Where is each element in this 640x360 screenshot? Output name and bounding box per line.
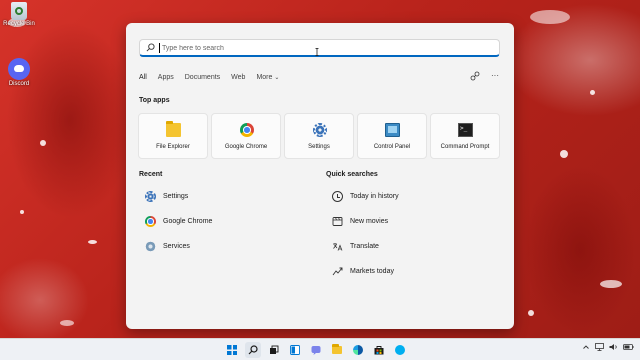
gear-icon xyxy=(313,123,327,137)
list-item-label: Translate xyxy=(350,243,379,250)
ellipsis-icon[interactable]: ··· xyxy=(490,71,500,81)
task-view-button[interactable] xyxy=(266,342,282,358)
quick-searches-heading: Quick searches xyxy=(326,171,378,178)
recycle-bin-icon xyxy=(11,2,27,20)
discord-icon xyxy=(8,58,30,80)
chevron-up-icon[interactable] xyxy=(582,343,590,351)
film-icon xyxy=(332,217,343,226)
list-item-label: Markets today xyxy=(350,268,394,275)
tab-apps[interactable]: Apps xyxy=(158,72,174,84)
top-apps-heading: Top apps xyxy=(139,97,170,104)
tab-more[interactable]: More ⌄ xyxy=(256,72,279,84)
store-icon xyxy=(374,346,384,355)
command-prompt-icon xyxy=(458,123,473,137)
paint-splatter xyxy=(600,280,622,288)
store-button[interactable] xyxy=(371,342,387,358)
services-icon xyxy=(145,241,156,252)
chat-icon xyxy=(311,346,321,355)
chrome-icon xyxy=(240,123,254,137)
app-tile-label: Control Panel xyxy=(373,144,411,150)
app-tile-label: Google Chrome xyxy=(224,144,268,150)
folder-icon xyxy=(166,121,181,137)
list-item-label: Google Chrome xyxy=(163,218,213,225)
app-tile-command-prompt[interactable]: Command Prompt xyxy=(430,113,500,159)
control-panel-icon xyxy=(385,123,400,137)
recent-item-google-chrome[interactable]: Google Chrome xyxy=(145,209,212,234)
widgets-icon xyxy=(290,345,300,355)
search-flyout: All Apps Documents Web More⌄ ··· Top app… xyxy=(126,23,514,329)
paint-splatter xyxy=(40,140,46,146)
paint-splatter xyxy=(20,210,24,214)
clock-icon xyxy=(332,191,343,202)
app-tile-label: Settings xyxy=(308,144,330,150)
tab-all[interactable]: All xyxy=(139,72,147,84)
search-box[interactable] xyxy=(139,39,500,57)
paint-splatter xyxy=(590,90,595,95)
quick-searches-list: Today in history New movies Translate Ma… xyxy=(332,184,399,284)
ibeam-cursor-icon xyxy=(315,48,319,56)
task-view-icon xyxy=(270,345,279,354)
paint-splatter xyxy=(88,240,97,244)
chart-icon xyxy=(332,267,343,276)
app-tile-google-chrome[interactable]: Google Chrome xyxy=(211,113,281,159)
paint-splatter xyxy=(60,320,74,326)
edge-button[interactable] xyxy=(350,342,366,358)
text-caret xyxy=(159,43,160,53)
search-icon xyxy=(146,43,155,52)
recent-item-services[interactable]: Services xyxy=(145,234,212,259)
recycle-bin-label: Recycle Bin xyxy=(3,21,35,27)
top-apps-grid: File Explorer Google Chrome Settings Con… xyxy=(138,113,500,159)
paint-splatter xyxy=(530,10,570,24)
edge-icon xyxy=(353,345,363,355)
quick-search-new-movies[interactable]: New movies xyxy=(332,209,399,234)
filter-tabs: All Apps Documents Web More ⌄ xyxy=(139,72,290,84)
list-item-label: Services xyxy=(163,243,190,250)
app-tile-file-explorer[interactable]: File Explorer xyxy=(138,113,208,159)
share-icon[interactable] xyxy=(470,71,480,81)
chrome-icon xyxy=(145,216,156,227)
quick-search-markets-today[interactable]: Markets today xyxy=(332,259,399,284)
discord-label: Discord xyxy=(8,81,30,87)
recycle-bin-shortcut[interactable]: Recycle Bin xyxy=(2,2,36,27)
widgets-button[interactable] xyxy=(287,342,303,358)
discord-shortcut[interactable]: Discord xyxy=(2,58,36,87)
recent-item-settings[interactable]: Settings xyxy=(145,184,212,209)
recent-list: Settings Google Chrome Services xyxy=(145,184,212,259)
paint-splatter xyxy=(528,310,534,316)
list-item-label: New movies xyxy=(350,218,389,225)
search-icon xyxy=(248,345,258,355)
app-tile-settings[interactable]: Settings xyxy=(284,113,354,159)
gear-icon xyxy=(145,191,156,202)
system-tray xyxy=(582,343,634,351)
start-button[interactable] xyxy=(224,342,240,358)
file-explorer-icon xyxy=(332,344,342,354)
taskbar-file-explorer-button[interactable] xyxy=(329,342,345,358)
paint-splatter xyxy=(560,150,568,158)
chevron-down-icon: ⌄ xyxy=(274,75,280,81)
flyout-actions: ··· xyxy=(470,71,500,81)
list-item-label: Today in history xyxy=(350,193,399,200)
app-tile-label: Command Prompt xyxy=(440,144,490,150)
app-tile-label: File Explorer xyxy=(156,144,190,150)
translate-icon xyxy=(333,243,343,251)
volume-icon[interactable] xyxy=(609,343,618,351)
tab-documents[interactable]: Documents xyxy=(185,72,220,84)
skype-icon xyxy=(395,345,405,355)
app-tile-control-panel[interactable]: Control Panel xyxy=(357,113,427,159)
recent-heading: Recent xyxy=(139,171,163,178)
taskbar-search-button[interactable] xyxy=(245,342,261,358)
start-icon xyxy=(227,345,237,355)
skype-button[interactable] xyxy=(392,342,408,358)
taskbar xyxy=(0,338,640,360)
quick-search-translate[interactable]: Translate xyxy=(332,234,399,259)
search-input[interactable] xyxy=(162,41,482,55)
network-icon[interactable] xyxy=(595,343,604,351)
chat-button[interactable] xyxy=(308,342,324,358)
tab-more-label: More xyxy=(256,74,273,81)
taskbar-apps xyxy=(224,342,408,358)
quick-search-today-in-history[interactable]: Today in history xyxy=(332,184,399,209)
list-item-label: Settings xyxy=(163,193,189,200)
tab-web[interactable]: Web xyxy=(231,72,245,84)
battery-icon[interactable] xyxy=(623,343,634,351)
